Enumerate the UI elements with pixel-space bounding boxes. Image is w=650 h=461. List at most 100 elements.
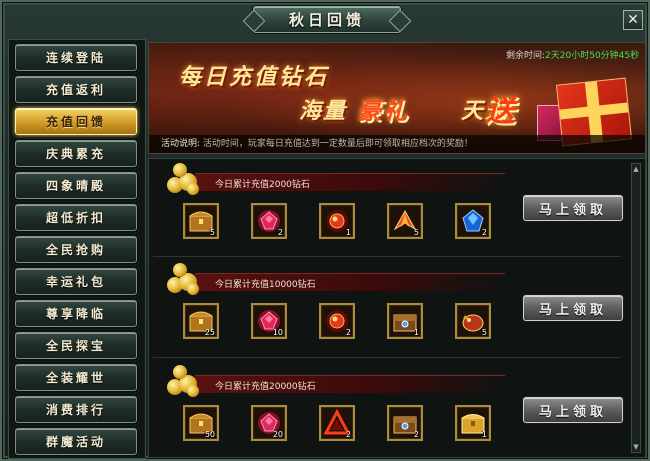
tier-header: 今日累计充值20000钻石: [195, 375, 505, 393]
countdown: 剩余时间:2天20小时50分钟45秒: [506, 48, 639, 61]
reward-item[interactable]: 1: [455, 405, 491, 441]
claim-button[interactable]: 马上领取: [523, 195, 623, 221]
sidebar-item-label: 全民探宝: [45, 339, 106, 353]
claim-button[interactable]: 马上领取: [523, 295, 623, 321]
event-window: 秋日回馈 ✕ 连续登陆 充值返利 充值回馈 庆典累充 四象晴殿 超低折扣 全民抢…: [0, 0, 650, 461]
scroll-up-arrow-icon[interactable]: ▲: [632, 164, 640, 174]
sidebar: 连续登陆 充值返利 充值回馈 庆典累充 四象晴殿 超低折扣 全民抢购 幸运礼包 …: [8, 39, 146, 459]
claim-button[interactable]: 马上领取: [523, 397, 623, 423]
item-quantity: 10: [272, 328, 283, 337]
sidebar-item-flash-buy[interactable]: 全民抢购: [15, 236, 137, 263]
scrollbar[interactable]: ▲ ▼: [631, 163, 641, 453]
item-quantity: 5: [413, 228, 419, 237]
sidebar-item-demon-event[interactable]: 群魔活动: [15, 428, 137, 455]
claim-button-label: 马上领取: [538, 302, 607, 318]
reward-tier: 今日累计充值10000钻石 25 10 2 1 5 马上领取: [155, 259, 625, 355]
gold-coins-icon: [163, 259, 203, 297]
tier-label: 今日累计充值2000钻石: [215, 180, 310, 190]
claim-button-label: 马上领取: [538, 404, 607, 420]
item-quantity: 1: [413, 328, 419, 337]
reward-tier: 今日累计充值2000钻石 5 2 1 5 2 马上领取: [155, 159, 625, 255]
sidebar-item-label: 四象晴殿: [45, 179, 106, 193]
tier-items: 25 10 2 1 5: [183, 303, 503, 343]
reward-list: 今日累计充值2000钻石 5 2 1 5 2 马上领取 今日累计充值10000钻…: [148, 158, 646, 458]
sidebar-item-label: 全装耀世: [45, 371, 106, 385]
sidebar-item-label: 全民抢购: [45, 243, 106, 257]
item-quantity: 25: [204, 328, 215, 337]
sidebar-item-label: 消费排行: [45, 403, 106, 417]
event-description: 活动说明: 活动时间，玩家每日充值达到一定数量后即可领取相应档次的奖励！: [149, 135, 645, 153]
sidebar-item-discount[interactable]: 超低折扣: [15, 204, 137, 231]
banner-tagline-b: 豪礼: [357, 96, 409, 125]
sidebar-item-label: 幸运礼包: [45, 275, 106, 289]
sidebar-item-four-symbols[interactable]: 四象晴殿: [15, 172, 137, 199]
item-quantity: 1: [345, 228, 351, 237]
banner-headline: 每日充值钻石: [179, 64, 330, 90]
sidebar-item-label: 庆典累充: [45, 147, 106, 161]
reward-item[interactable]: 25: [183, 303, 219, 339]
reward-item[interactable]: 5: [183, 203, 219, 239]
sidebar-item-celebration[interactable]: 庆典累充: [15, 140, 137, 167]
item-quantity: 2: [345, 328, 351, 337]
window-title-plate: 秋日回馈: [253, 6, 401, 33]
sidebar-item-spend-rank[interactable]: 消费排行: [15, 396, 137, 423]
countdown-value: 2天20小时50分钟45秒: [545, 51, 640, 61]
reward-item[interactable]: 2: [387, 405, 423, 441]
sidebar-item-label: 连续登陆: [45, 51, 106, 65]
sidebar-item-label: 尊享降临: [45, 307, 106, 321]
description-text: 活动时间，玩家每日充值达到一定数量后即可领取相应档次的奖励！: [202, 139, 473, 149]
reward-tier: 今日累计充值20000钻石 50 20 2 2 1 马上领取: [155, 361, 625, 457]
reward-item[interactable]: 5: [387, 203, 423, 239]
sidebar-item-lucky-pack[interactable]: 幸运礼包: [15, 268, 137, 295]
sidebar-item-label: 充值返利: [45, 83, 106, 97]
close-icon: ✕: [627, 12, 639, 28]
reward-item[interactable]: 5: [455, 303, 491, 339]
tier-label: 今日累计充值20000钻石: [215, 382, 316, 392]
sidebar-item-full-gear[interactable]: 全装耀世: [15, 364, 137, 391]
reward-item[interactable]: 20: [251, 405, 287, 441]
item-quantity: 2: [481, 228, 487, 237]
sidebar-item-label: 充值回馈: [45, 115, 106, 129]
reward-item[interactable]: 50: [183, 405, 219, 441]
sidebar-item-login[interactable]: 连续登陆: [15, 44, 137, 71]
banner-tagline-d: 送: [485, 94, 515, 129]
tier-label: 今日累计充值10000钻石: [215, 280, 316, 290]
countdown-label: 剩余时间:: [506, 51, 546, 61]
claim-button-label: 马上领取: [538, 202, 607, 218]
item-quantity: 2: [277, 228, 283, 237]
reward-item[interactable]: 2: [455, 203, 491, 239]
tier-header: 今日累计充值2000钻石: [195, 173, 505, 191]
item-quantity: 20: [272, 430, 283, 439]
gold-coins-icon: [163, 159, 203, 197]
description-label: 活动说明:: [161, 139, 201, 149]
reward-item[interactable]: 1: [387, 303, 423, 339]
gold-coins-icon: [163, 361, 203, 399]
item-quantity: 1: [481, 430, 487, 439]
tier-divider: [153, 357, 621, 358]
item-quantity: 5: [481, 328, 487, 337]
close-button[interactable]: ✕: [623, 10, 643, 30]
sidebar-item-recharge-reward[interactable]: 充值回馈: [15, 108, 137, 135]
sidebar-item-rebate[interactable]: 充值返利: [15, 76, 137, 103]
sidebar-item-treasure-hunt[interactable]: 全民探宝: [15, 332, 137, 359]
window-title: 秋日回馈: [288, 11, 365, 29]
tier-divider: [153, 256, 621, 257]
sidebar-item-label: 超低折扣: [45, 211, 106, 225]
reward-item[interactable]: 10: [251, 303, 287, 339]
item-quantity: 2: [345, 430, 351, 439]
sidebar-item-vip[interactable]: 尊享降临: [15, 300, 137, 327]
reward-item[interactable]: 2: [319, 303, 355, 339]
sidebar-item-label: 群魔活动: [45, 435, 106, 449]
tier-items: 5 2 1 5 2: [183, 203, 503, 243]
reward-item[interactable]: 2: [251, 203, 287, 239]
item-quantity: 2: [413, 430, 419, 439]
scroll-down-arrow-icon[interactable]: ▼: [632, 442, 640, 452]
item-quantity: 5: [209, 228, 215, 237]
banner-tagline-a: 海量: [299, 98, 348, 124]
reward-item[interactable]: 1: [319, 203, 355, 239]
reward-item[interactable]: 2: [319, 405, 355, 441]
item-quantity: 50: [204, 430, 215, 439]
tier-items: 50 20 2 2 1: [183, 405, 503, 445]
tier-header: 今日累计充值10000钻石: [195, 273, 505, 291]
event-banner: 每日充值钻石 海量 豪礼 天天 送 剩余时间:2天20小时50分钟45秒 活动说…: [148, 42, 646, 154]
